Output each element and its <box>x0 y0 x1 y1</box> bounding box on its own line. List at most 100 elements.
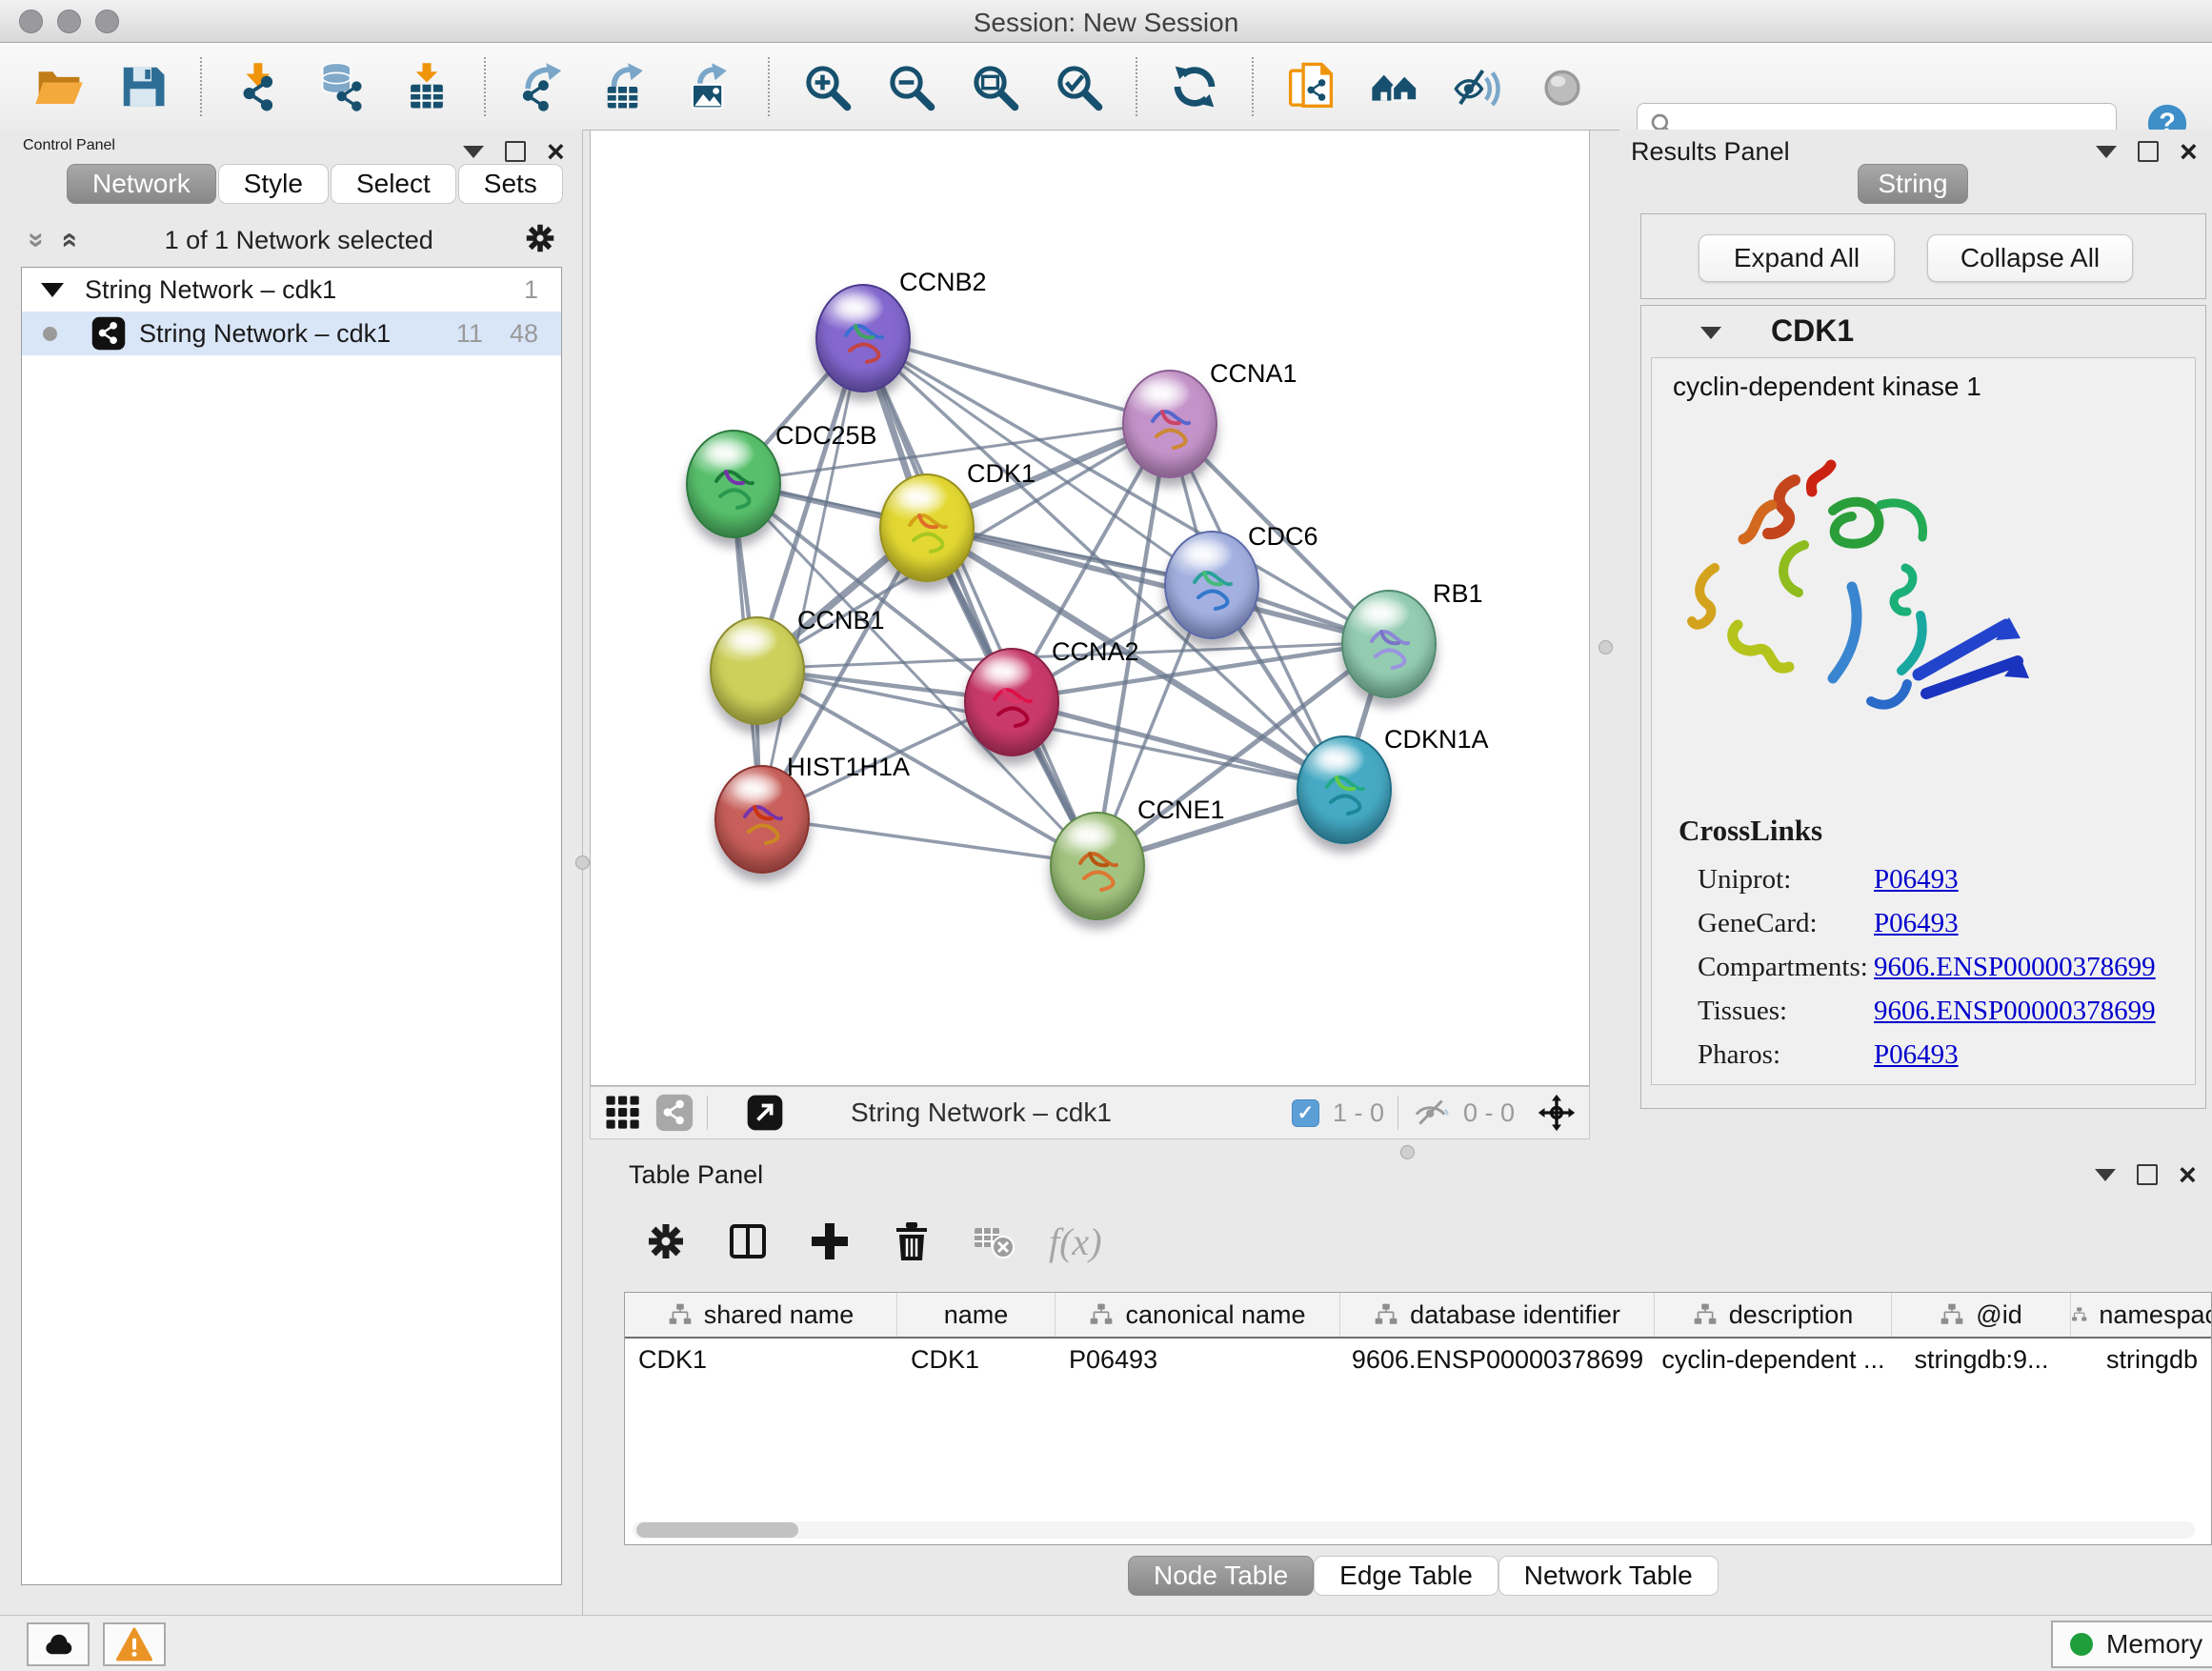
open-session-icon[interactable] <box>32 60 86 113</box>
node-RB1[interactable] <box>1341 590 1437 698</box>
export-image-icon[interactable] <box>684 60 737 113</box>
cloud-button[interactable] <box>27 1622 90 1666</box>
node-CDC25B[interactable] <box>686 430 781 538</box>
network-selected-status: 1 of 1 Network selected <box>75 226 522 255</box>
panel-menu-icon[interactable] <box>463 146 484 158</box>
collapse-all-button[interactable]: Collapse All <box>1927 234 2133 282</box>
import-network-from-database-icon[interactable] <box>316 60 370 113</box>
network-view-canvas[interactable]: CCNB2CCNA1CDC25BCDK1CDC6RB1CCNB1CCNA2CDK… <box>590 130 1590 1086</box>
show-columns-icon[interactable] <box>721 1215 774 1268</box>
main-toolbar: ? <box>0 43 2212 131</box>
panel-float-icon[interactable] <box>2138 141 2159 162</box>
network-row[interactable]: String Network – cdk1 11 48 <box>22 312 561 355</box>
collapse-all-icon[interactable]: » <box>20 232 52 249</box>
column-header-name[interactable]: name <box>897 1293 1056 1337</box>
tab-node-table[interactable]: Node Table <box>1128 1556 1314 1596</box>
right-splitter-handle[interactable] <box>1599 640 1613 654</box>
network-collection-row[interactable]: String Network – cdk1 1 <box>22 268 561 312</box>
delete-column-trash-icon[interactable] <box>885 1215 938 1268</box>
import-table-from-file-icon[interactable] <box>400 60 453 113</box>
node-CCNB1[interactable] <box>710 616 805 725</box>
network-view-dot-icon <box>43 327 57 341</box>
tab-string[interactable]: String <box>1858 164 1968 204</box>
cell-canonical-name[interactable]: P06493 <box>1056 1345 1340 1375</box>
crosslink-link[interactable]: 9606.ENSP00000378699 <box>1874 952 2156 983</box>
cell--id[interactable]: stringdb:9... <box>1892 1345 2071 1375</box>
panel-menu-icon[interactable] <box>2096 146 2117 158</box>
table-row[interactable]: CDK1CDK1P064939606.ENSP00000378699cyclin… <box>625 1339 2211 1380</box>
birds-eye-view-icon[interactable] <box>746 1094 784 1132</box>
selected-checkbox-icon[interactable]: ✓ <box>1292 1099 1319 1127</box>
cell-description[interactable]: cyclin-dependent ... <box>1655 1345 1892 1375</box>
left-splitter-handle[interactable] <box>575 856 590 870</box>
column-header-canonical-name[interactable]: canonical name <box>1056 1293 1340 1337</box>
node-CCNA1[interactable] <box>1122 370 1217 478</box>
bottom-splitter-handle[interactable] <box>1400 1145 1415 1159</box>
crosslink-row: Pharos:P06493 <box>1698 1033 2174 1077</box>
node-CCNB2[interactable] <box>815 284 911 393</box>
crosslink-link[interactable]: 9606.ENSP00000378699 <box>1874 996 2156 1027</box>
protein-thumbnail <box>1343 592 1435 696</box>
panel-float-icon[interactable] <box>2137 1164 2158 1185</box>
expand-all-icon[interactable]: » <box>51 232 84 249</box>
panel-close-icon[interactable]: × <box>2179 1165 2197 1184</box>
crosslink-row: Tissues:9606.ENSP00000378699 <box>1698 989 2174 1033</box>
column-header-namespace[interactable]: namespace <box>2071 1293 2212 1337</box>
column-header-description[interactable]: description <box>1655 1293 1892 1337</box>
refresh-icon[interactable] <box>1168 60 1221 113</box>
add-column-icon[interactable] <box>803 1215 856 1268</box>
save-session-icon[interactable] <box>116 60 170 113</box>
crosslink-link[interactable]: P06493 <box>1874 864 1959 896</box>
export-network-icon[interactable] <box>516 60 570 113</box>
node-CCNA2[interactable] <box>964 648 1059 756</box>
results-panel-title: Results Panel <box>1631 137 1790 167</box>
table-options-gear-icon[interactable] <box>639 1215 693 1268</box>
warnings-button[interactable] <box>103 1622 166 1666</box>
zoom-fit-content-icon[interactable] <box>968 60 1021 113</box>
panel-close-icon[interactable]: × <box>2180 142 2198 161</box>
export-table-icon[interactable] <box>600 60 654 113</box>
level-of-detail-icon[interactable] <box>1536 60 1589 113</box>
network-options-gear-icon[interactable] <box>522 220 558 261</box>
node-table[interactable]: shared namenamecanonical namedatabase id… <box>624 1292 2212 1545</box>
cell-database-identifier[interactable]: 9606.ENSP00000378699 <box>1340 1345 1655 1375</box>
panel-menu-icon[interactable] <box>2095 1169 2116 1181</box>
tab-network-table[interactable]: Network Table <box>1498 1556 1719 1596</box>
crosslink-link[interactable]: P06493 <box>1874 908 1959 939</box>
node-CDK1[interactable] <box>879 473 975 582</box>
show-hide-graphics-details-icon[interactable] <box>1452 60 1505 113</box>
tab-edge-table[interactable]: Edge Table <box>1314 1556 1498 1596</box>
zoom-in-icon[interactable] <box>800 60 854 113</box>
node-CDC6[interactable] <box>1164 531 1259 639</box>
crosslink-link[interactable]: P06493 <box>1874 1039 1959 1071</box>
horizontal-scrollbar[interactable] <box>633 1521 2195 1539</box>
tab-network[interactable]: Network <box>67 164 216 204</box>
tab-select[interactable]: Select <box>331 164 456 204</box>
column-header-shared-name[interactable]: shared name <box>625 1293 897 1337</box>
zoom-out-icon[interactable] <box>884 60 937 113</box>
fit-selected-crosshair-icon[interactable] <box>1538 1094 1576 1132</box>
new-network-from-selection-icon[interactable] <box>1284 60 1337 113</box>
node-CDKN1A[interactable] <box>1297 735 1392 844</box>
zoom-selected-icon[interactable] <box>1052 60 1105 113</box>
grid-mode-icon[interactable] <box>604 1094 642 1132</box>
node-CCNE1[interactable] <box>1050 812 1145 920</box>
import-network-from-file-icon[interactable] <box>232 60 286 113</box>
expand-all-button[interactable]: Expand All <box>1699 234 1895 282</box>
memory-button[interactable]: Memory <box>2051 1621 2212 1668</box>
node-label-CCNE1: CCNE1 <box>1137 795 1225 825</box>
panel-float-icon[interactable] <box>505 141 526 162</box>
scrollbar-thumb[interactable] <box>636 1522 798 1538</box>
tree-expand-icon[interactable] <box>41 283 64 297</box>
column-header-database-identifier[interactable]: database identifier <box>1340 1293 1655 1337</box>
cell-name[interactable]: CDK1 <box>897 1345 1056 1375</box>
first-neighbors-icon[interactable] <box>1368 60 1421 113</box>
column-header--id[interactable]: @id <box>1892 1293 2071 1337</box>
tab-sets[interactable]: Sets <box>458 164 563 204</box>
cell-namespace[interactable]: stringdb <box>2071 1345 2212 1375</box>
panel-close-icon[interactable]: × <box>547 142 565 161</box>
network-share-icon[interactable] <box>655 1094 694 1132</box>
tab-style[interactable]: Style <box>218 164 329 204</box>
cell-shared-name[interactable]: CDK1 <box>625 1345 897 1375</box>
section-collapse-icon[interactable] <box>1700 327 1721 339</box>
